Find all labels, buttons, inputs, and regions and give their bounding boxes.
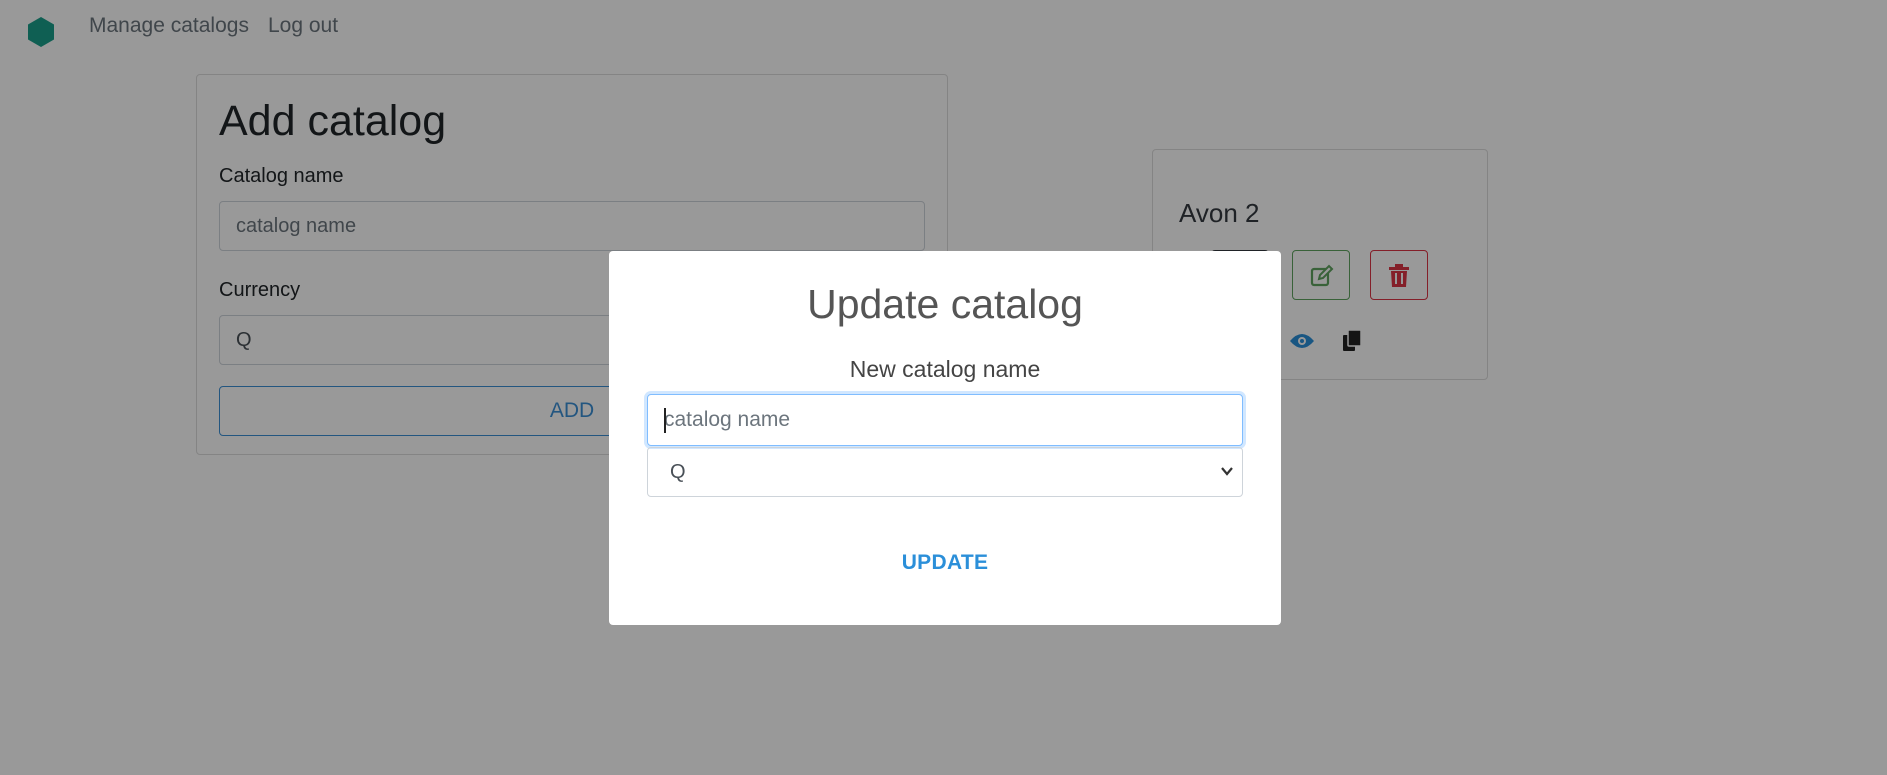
currency-select[interactable]: Q	[647, 447, 1243, 497]
update-button[interactable]: UPDATE	[609, 551, 1281, 575]
text-caret	[664, 408, 666, 433]
update-catalog-modal: Update catalog New catalog name catalog …	[609, 251, 1281, 625]
currency-value: Q	[670, 461, 686, 483]
modal-title: Update catalog	[807, 281, 1083, 327]
new-catalog-name-input[interactable]: catalog name	[647, 394, 1243, 446]
chevron-down-icon	[1221, 467, 1233, 476]
input-placeholder: catalog name	[664, 408, 791, 431]
new-catalog-name-label: New catalog name	[849, 356, 1041, 382]
